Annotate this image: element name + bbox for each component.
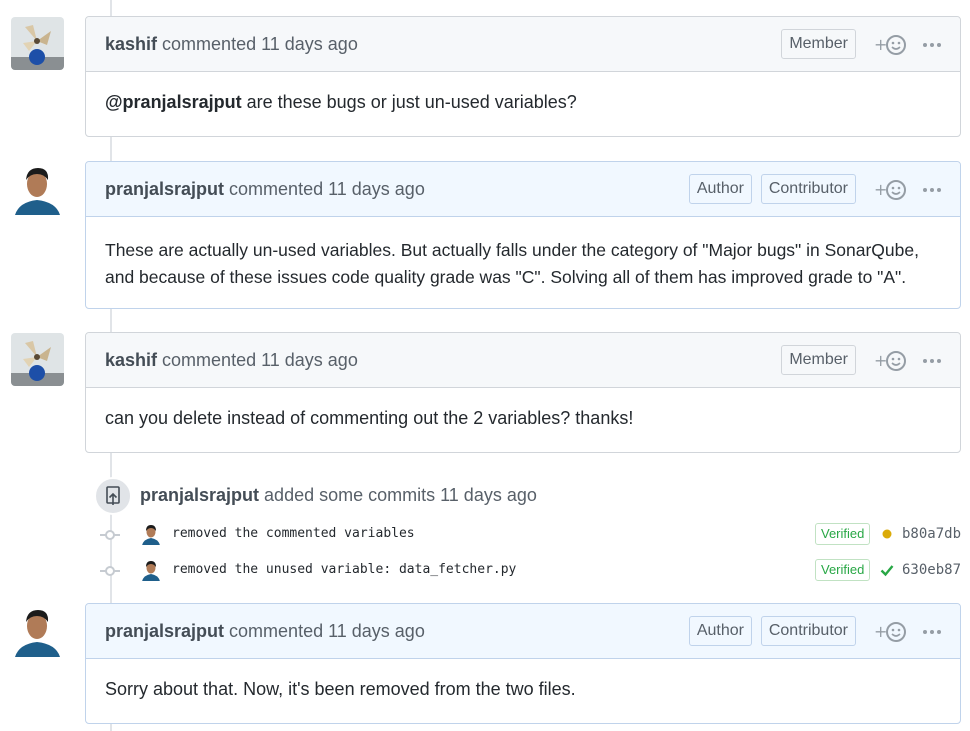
svg-text:+: +	[874, 351, 887, 370]
event-action: added some commits 11 days ago	[264, 485, 537, 505]
comment-header: kashif commented 11 days ago Member +	[86, 17, 960, 72]
commit-author-avatar[interactable]	[140, 559, 162, 581]
kebab-horizontal-icon[interactable]	[922, 180, 942, 200]
kebab-horizontal-icon[interactable]	[922, 622, 942, 642]
comment-body: @pranjalsrajput are these bugs or just u…	[86, 72, 960, 133]
member-badge: Member	[781, 345, 856, 375]
smiley-plus-icon[interactable]: +	[874, 178, 908, 202]
comment-2: pranjalsrajput commented 11 days ago Aut…	[85, 161, 961, 309]
comment-header: pranjalsrajput commented 11 days ago Aut…	[86, 162, 960, 217]
author-badge: Author	[688, 174, 752, 204]
verified-badge[interactable]: Verified	[815, 523, 871, 545]
comment-timestamp[interactable]: commented 11 days ago	[162, 350, 358, 370]
comment-text-line-1: These are actually un-used variables. Bu…	[105, 240, 919, 260]
contributor-badge: Contributor	[760, 174, 856, 204]
git-commit-icon	[100, 566, 120, 576]
comment-header: kashif commented 11 days ago Member +	[86, 333, 960, 388]
event-author[interactable]: pranjalsrajput	[140, 485, 259, 505]
comment-4: pranjalsrajput commented 11 days ago Aut…	[85, 603, 961, 724]
svg-text:+: +	[874, 35, 887, 54]
commit-event-summary: pranjalsrajput added some commits 11 day…	[140, 485, 537, 506]
kebab-horizontal-icon[interactable]	[922, 35, 942, 55]
kebab-horizontal-icon[interactable]	[922, 351, 942, 371]
comment-3: kashif commented 11 days ago Member + ca…	[85, 332, 961, 453]
comment-text: are these bugs or just un-used variables…	[246, 92, 577, 112]
repo-push-icon	[94, 477, 132, 515]
comment-body: Sorry about that. Now, it's been removed…	[105, 679, 576, 699]
comment-timestamp[interactable]: commented 11 days ago	[229, 621, 425, 641]
avatar-kashif[interactable]	[11, 333, 64, 386]
commit-author-avatar[interactable]	[140, 523, 162, 545]
avatar-kashif[interactable]	[11, 17, 64, 70]
commit-message-link[interactable]: removed the unused variable: data_fetche…	[172, 562, 516, 577]
comment-body: can you delete instead of commenting out…	[105, 408, 634, 428]
comment-body: These are actually un-used variables. Bu…	[86, 217, 960, 308]
member-badge: Member	[781, 29, 856, 59]
commit-row: removed the commented variables Verified…	[100, 523, 961, 547]
comment-author[interactable]: kashif	[105, 350, 157, 370]
commit-row: removed the unused variable: data_fetche…	[100, 559, 961, 583]
commit-sha-link[interactable]: b80a7db	[902, 526, 961, 542]
comment-author[interactable]: pranjalsrajput	[105, 621, 224, 641]
comment-header: pranjalsrajput commented 11 days ago Aut…	[86, 604, 960, 659]
svg-text:+: +	[874, 622, 887, 641]
comment-text-line-2: and because of these issues code quality…	[105, 267, 907, 287]
user-mention[interactable]: @pranjalsrajput	[105, 92, 242, 112]
smiley-plus-icon[interactable]: +	[874, 620, 908, 644]
commit-message-link[interactable]: removed the commented variables	[172, 526, 415, 541]
smiley-plus-icon[interactable]: +	[874, 33, 908, 57]
comment-1: kashif commented 11 days ago Member + @p…	[85, 16, 961, 137]
svg-text:+: +	[874, 180, 887, 199]
verified-badge[interactable]: Verified	[815, 559, 871, 581]
comment-author[interactable]: kashif	[105, 34, 157, 54]
comment-author[interactable]: pranjalsrajput	[105, 179, 224, 199]
smiley-plus-icon[interactable]: +	[874, 349, 908, 373]
pending-status-dot-icon[interactable]	[880, 527, 894, 541]
comment-timestamp[interactable]: commented 11 days ago	[229, 179, 425, 199]
author-badge: Author	[688, 616, 752, 646]
commit-sha-link[interactable]: 630eb87	[902, 562, 961, 578]
avatar-pranjalsrajput[interactable]	[11, 604, 64, 657]
comment-timestamp[interactable]: commented 11 days ago	[162, 34, 358, 54]
check-status-icon[interactable]	[880, 563, 894, 577]
git-commit-icon	[100, 530, 120, 540]
avatar-pranjalsrajput[interactable]	[11, 162, 64, 215]
contributor-badge: Contributor	[760, 616, 856, 646]
